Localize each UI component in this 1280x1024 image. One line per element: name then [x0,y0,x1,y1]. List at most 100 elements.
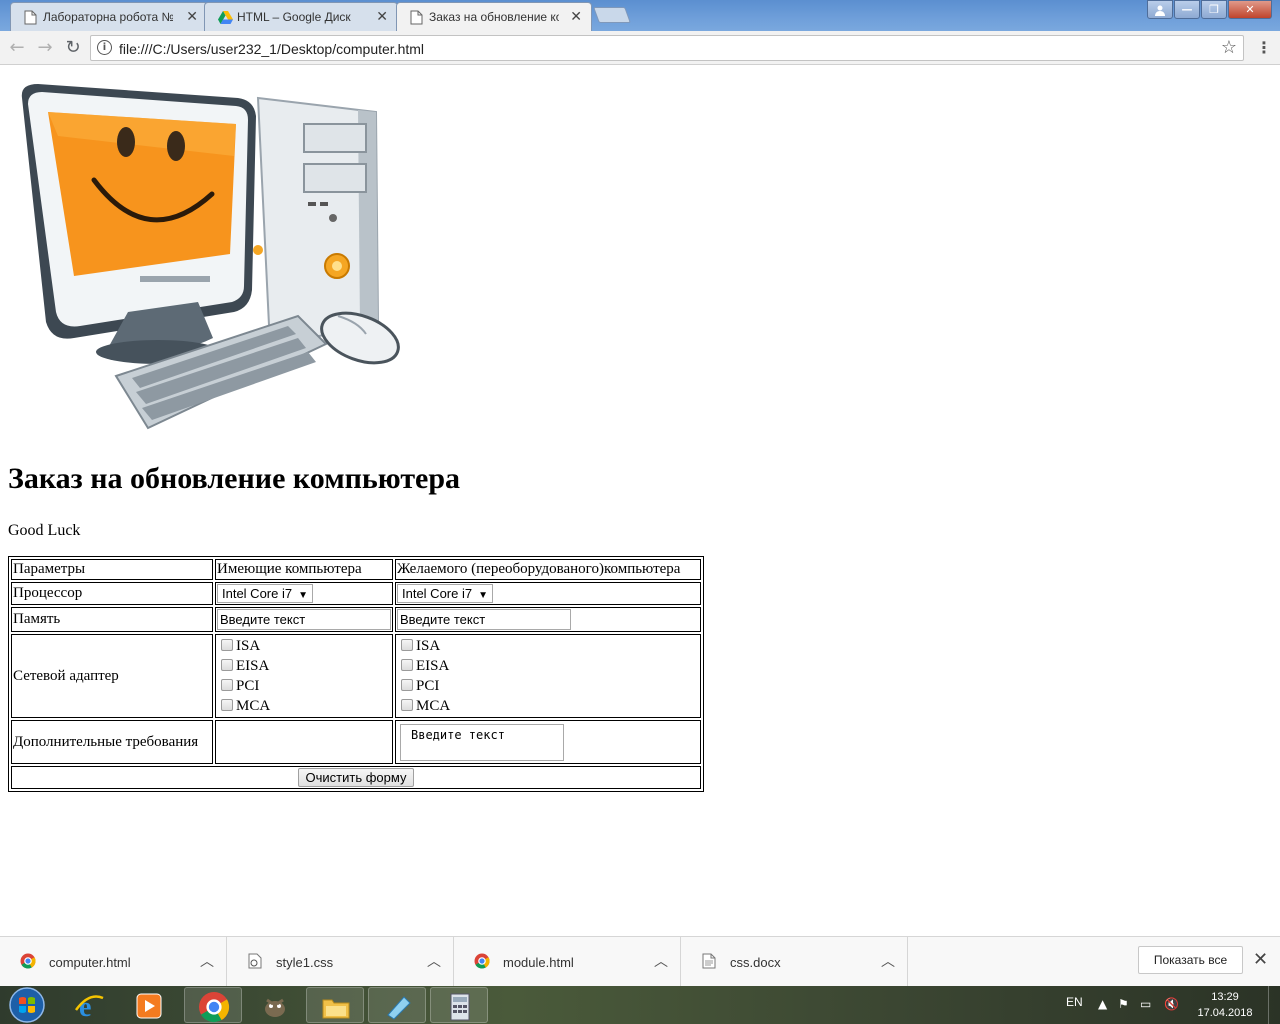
extra-desired-cell: Введите текст [395,720,701,764]
chevron-up-icon[interactable]: ︿ [654,951,668,971]
menu-icon[interactable]: ⋮ [1254,37,1274,59]
window-controls: — ❐ ✕ [1147,0,1272,19]
select-value: Intel Core i7 [402,586,473,601]
address-bar[interactable]: i file:///C:/Users/user232_1/Desktop/com… [90,35,1244,61]
network-icon[interactable]: ▭ [1140,997,1151,1011]
option-label: PCI [236,678,260,694]
info-icon[interactable]: i [97,40,112,55]
language-indicator[interactable]: EN [1066,995,1083,1009]
gimp-icon [265,998,285,1017]
close-icon[interactable]: ✕ [570,8,582,25]
css-file-icon [248,953,262,969]
header-parameters: Параметры [11,559,213,580]
flag-icon[interactable]: ⚑ [1118,997,1129,1011]
page-content: Заказ на обновление компьютера Good Luck… [0,66,1280,936]
network-desired-cell: ISA EISA PCI MCA [395,634,701,718]
internet-explorer-icon: e [74,992,104,1022]
notepad-icon [387,996,411,1020]
back-arrow-icon[interactable]: ← [6,37,28,59]
table-row: Дополнительные требования Введите текст [11,720,701,764]
document-icon [410,10,423,25]
forward-arrow-icon[interactable]: → [34,37,56,59]
option-label: PCI [416,678,440,694]
table-row: Очистить форму [11,766,701,789]
chrome-icon [199,992,230,1023]
url-text[interactable]: file:///C:/Users/user232_1/Desktop/compu… [119,41,424,57]
show-desktop-button[interactable] [1268,986,1280,1024]
tab-label: HTML – Google Диск [237,10,351,24]
calculator-icon [450,993,470,1021]
close-icon[interactable]: ✕ [186,8,198,25]
close-icon[interactable]: ✕ [376,8,388,25]
chevron-up-icon[interactable]: ︿ [200,951,214,971]
new-tab-button[interactable] [593,7,631,23]
taskbar-explorer[interactable] [306,987,364,1023]
maximize-button[interactable]: ❐ [1201,0,1227,19]
network-current-cell: ISA EISA PCI MCA [215,634,393,718]
tab-lab-work[interactable]: Лабораторна робота № ✕ [10,2,208,31]
download-name: computer.html [49,955,131,970]
chevron-up-icon[interactable]: ︿ [427,951,441,971]
option-label: EISA [236,658,270,674]
download-item[interactable]: css.docx ︿ [681,937,908,987]
media-player-icon [136,993,162,1019]
download-item[interactable]: style1.css ︿ [227,937,454,987]
header-desired: Желаемого (переоборудованого)компьютера [395,559,701,580]
tab-order-page[interactable]: Заказ на обновление ко ✕ [396,2,592,32]
checkbox-mca[interactable] [221,699,233,711]
checkbox-pci[interactable] [221,679,233,691]
computer-image [21,84,400,430]
option-label: EISA [416,658,450,674]
select-value: Intel Core i7 [222,586,293,601]
checkbox-eisa[interactable] [221,659,233,671]
taskbar-media-player[interactable] [120,987,178,1023]
close-window-button[interactable]: ✕ [1228,0,1272,19]
memory-desired-input[interactable]: Введите текст [397,609,571,630]
clear-form-button[interactable]: Очистить форму [297,768,415,787]
clock[interactable]: 13:29 17.04.2018 [1192,989,1258,1021]
reload-icon[interactable]: ↻ [62,37,84,59]
taskbar-calculator[interactable] [430,987,488,1023]
processor-desired-select[interactable]: Intel Core i7 ▼ [397,584,493,603]
order-form-table: Параметры Имеющие компьютера Желаемого (… [8,556,704,792]
download-item[interactable]: computer.html ︿ [0,937,227,987]
taskbar-ie[interactable]: e [60,987,118,1023]
extra-requirements-textarea[interactable]: Введите текст [400,723,564,761]
tray-expand-icon[interactable]: ▲ [1098,997,1107,1011]
windows-start-icon[interactable] [4,986,50,1024]
checkbox-isa[interactable] [221,639,233,651]
checkbox-pci[interactable] [401,679,413,691]
extra-requirements-label: Дополнительные требования [11,720,213,764]
checkbox-isa[interactable] [401,639,413,651]
close-icon[interactable]: ✕ [1253,949,1268,970]
bookmark-star-icon[interactable]: ☆ [1221,37,1237,58]
extra-current-cell [215,720,393,764]
memory-current-input[interactable]: Введите текст [217,609,391,630]
header-current: Имеющие компьютера [215,559,393,580]
processor-label: Процессор [11,582,213,605]
table-row: Сетевой адаптер ISA EISA PCI MCA ISA EIS… [11,634,701,718]
download-name: style1.css [276,955,334,970]
checkbox-mca[interactable] [401,699,413,711]
date: 17.04.2018 [1197,1007,1253,1019]
download-shelf: computer.html ︿ style1.css ︿ module.html… [0,936,1280,987]
table-row: Параметры Имеющие компьютера Желаемого (… [11,559,701,580]
taskbar-chrome[interactable] [184,987,242,1023]
checkbox-eisa[interactable] [401,659,413,671]
minimize-button[interactable]: — [1174,0,1200,19]
tab-google-drive[interactable]: HTML – Google Диск ✕ [204,2,398,31]
user-icon[interactable] [1147,0,1173,19]
volume-muted-icon[interactable]: 🔇 [1164,997,1179,1011]
taskbar-notes[interactable] [368,987,426,1023]
chevron-up-icon[interactable]: ︿ [881,951,895,971]
taskbar-gimp[interactable] [246,987,304,1023]
processor-current-select[interactable]: Intel Core i7 ▼ [217,584,313,603]
option-label: ISA [236,638,261,654]
download-item[interactable]: module.html ︿ [454,937,681,987]
tab-label: Лабораторна робота № [43,10,173,24]
clear-button-cell: Очистить форму [11,766,701,789]
dropdown-arrow-icon: ▼ [478,590,488,601]
show-all-button[interactable]: Показать все [1138,946,1243,974]
chrome-icon [20,953,36,969]
document-icon [24,10,37,25]
